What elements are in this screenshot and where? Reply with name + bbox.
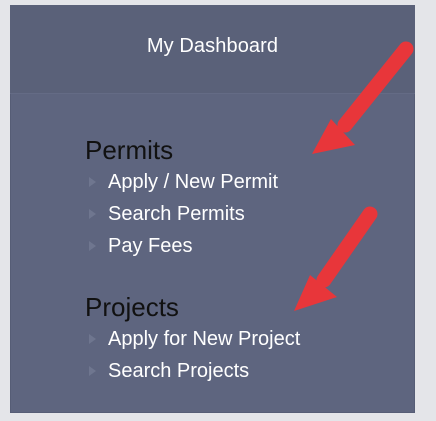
triangle-right-icon: [89, 209, 96, 219]
menu-item-label: Search Projects: [108, 360, 250, 382]
menu-item-apply-new-project[interactable]: Apply for New Project: [85, 323, 300, 355]
menu-item-label: Pay Fees: [108, 235, 193, 257]
dashboard-panel: My Dashboard Permits Apply / New Permit …: [10, 5, 415, 413]
section-title-permits: Permits: [85, 135, 174, 165]
menu-item-apply-new-permit[interactable]: Apply / New Permit: [85, 166, 278, 198]
triangle-right-icon: [89, 366, 96, 376]
dashboard-title: My Dashboard: [146, 35, 279, 57]
dashboard-header: My Dashboard: [10, 5, 415, 94]
triangle-right-icon: [89, 334, 96, 344]
triangle-right-icon: [89, 177, 96, 187]
screenshot-frame: My Dashboard Permits Apply / New Permit …: [0, 0, 436, 421]
menu-item-label: Search Permits: [108, 203, 245, 225]
permits-section: Permits Apply / New Permit Search Permit…: [85, 136, 278, 262]
menu-item-label: Apply for New Project: [108, 328, 301, 350]
menu-item-search-projects[interactable]: Search Projects: [85, 355, 300, 387]
menu-item-label: Apply / New Permit: [108, 171, 279, 193]
triangle-right-icon: [89, 241, 96, 251]
projects-section: Projects Apply for New Project Search Pr…: [85, 293, 300, 387]
menu-item-search-permits[interactable]: Search Permits: [85, 198, 278, 230]
section-title-projects: Projects: [85, 292, 179, 322]
menu-item-pay-fees[interactable]: Pay Fees: [85, 230, 278, 262]
